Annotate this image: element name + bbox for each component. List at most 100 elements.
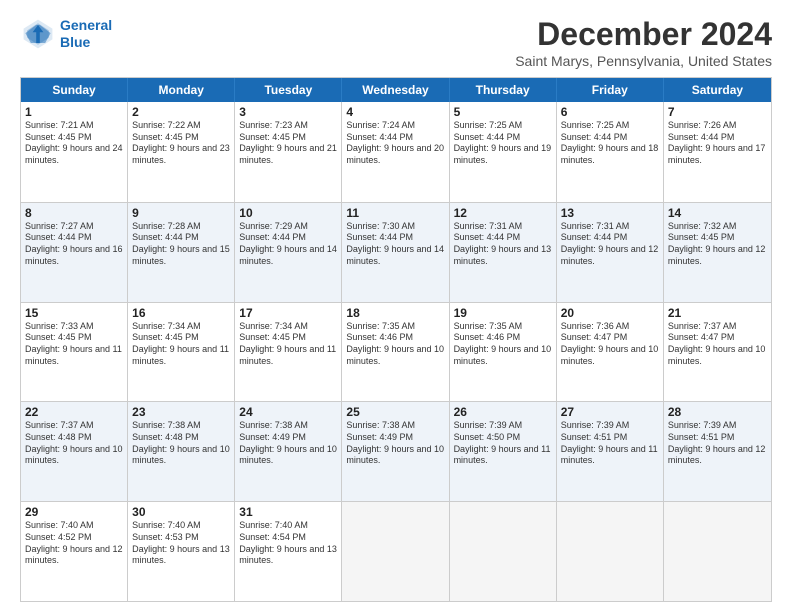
- day-number: 1: [25, 105, 123, 119]
- logo-text: General Blue: [60, 17, 112, 51]
- day-number: 3: [239, 105, 337, 119]
- day-cell-12: 12 Sunrise: 7:31 AMSunset: 4:44 PMDaylig…: [450, 203, 557, 302]
- day-number: 24: [239, 405, 337, 419]
- header-day-wednesday: Wednesday: [342, 78, 449, 102]
- day-number: 11: [346, 206, 444, 220]
- day-number: 13: [561, 206, 659, 220]
- day-number: 20: [561, 306, 659, 320]
- day-cell-2: 2 Sunrise: 7:22 AMSunset: 4:45 PMDayligh…: [128, 102, 235, 202]
- cell-info: Sunrise: 7:21 AMSunset: 4:45 PMDaylight:…: [25, 120, 123, 165]
- cell-info: Sunrise: 7:31 AMSunset: 4:44 PMDaylight:…: [561, 221, 659, 266]
- day-number: 28: [668, 405, 767, 419]
- day-cell-24: 24 Sunrise: 7:38 AMSunset: 4:49 PMDaylig…: [235, 402, 342, 501]
- cell-info: Sunrise: 7:38 AMSunset: 4:48 PMDaylight:…: [132, 420, 230, 465]
- day-number: 4: [346, 105, 444, 119]
- header-day-friday: Friday: [557, 78, 664, 102]
- day-number: 19: [454, 306, 552, 320]
- empty-cell-4-5: [557, 502, 664, 601]
- day-number: 26: [454, 405, 552, 419]
- day-number: 10: [239, 206, 337, 220]
- week-row-4: 22 Sunrise: 7:37 AMSunset: 4:48 PMDaylig…: [21, 401, 771, 501]
- day-cell-17: 17 Sunrise: 7:34 AMSunset: 4:45 PMDaylig…: [235, 303, 342, 402]
- logo-line1: General: [60, 17, 112, 33]
- cell-info: Sunrise: 7:38 AMSunset: 4:49 PMDaylight:…: [239, 420, 337, 465]
- day-cell-18: 18 Sunrise: 7:35 AMSunset: 4:46 PMDaylig…: [342, 303, 449, 402]
- logo-icon: [20, 16, 56, 52]
- cell-info: Sunrise: 7:37 AMSunset: 4:47 PMDaylight:…: [668, 321, 766, 366]
- cell-info: Sunrise: 7:35 AMSunset: 4:46 PMDaylight:…: [454, 321, 552, 366]
- cell-info: Sunrise: 7:28 AMSunset: 4:44 PMDaylight:…: [132, 221, 230, 266]
- week-row-1: 1 Sunrise: 7:21 AMSunset: 4:45 PMDayligh…: [21, 102, 771, 202]
- logo-line2: Blue: [60, 34, 90, 50]
- day-cell-1: 1 Sunrise: 7:21 AMSunset: 4:45 PMDayligh…: [21, 102, 128, 202]
- empty-cell-4-4: [450, 502, 557, 601]
- cell-info: Sunrise: 7:39 AMSunset: 4:51 PMDaylight:…: [561, 420, 658, 465]
- day-cell-21: 21 Sunrise: 7:37 AMSunset: 4:47 PMDaylig…: [664, 303, 771, 402]
- month-title: December 2024: [515, 16, 772, 53]
- cell-info: Sunrise: 7:39 AMSunset: 4:50 PMDaylight:…: [454, 420, 551, 465]
- header-day-saturday: Saturday: [664, 78, 771, 102]
- day-cell-29: 29 Sunrise: 7:40 AMSunset: 4:52 PMDaylig…: [21, 502, 128, 601]
- page: General Blue December 2024 Saint Marys, …: [0, 0, 792, 612]
- day-number: 22: [25, 405, 123, 419]
- day-cell-11: 11 Sunrise: 7:30 AMSunset: 4:44 PMDaylig…: [342, 203, 449, 302]
- day-number: 31: [239, 505, 337, 519]
- cell-info: Sunrise: 7:40 AMSunset: 4:53 PMDaylight:…: [132, 520, 230, 565]
- day-number: 6: [561, 105, 659, 119]
- day-number: 16: [132, 306, 230, 320]
- day-cell-3: 3 Sunrise: 7:23 AMSunset: 4:45 PMDayligh…: [235, 102, 342, 202]
- header-day-thursday: Thursday: [450, 78, 557, 102]
- day-number: 30: [132, 505, 230, 519]
- day-number: 29: [25, 505, 123, 519]
- day-cell-30: 30 Sunrise: 7:40 AMSunset: 4:53 PMDaylig…: [128, 502, 235, 601]
- header-day-sunday: Sunday: [21, 78, 128, 102]
- day-number: 7: [668, 105, 767, 119]
- day-number: 21: [668, 306, 767, 320]
- cell-info: Sunrise: 7:23 AMSunset: 4:45 PMDaylight:…: [239, 120, 337, 165]
- day-number: 25: [346, 405, 444, 419]
- cell-info: Sunrise: 7:34 AMSunset: 4:45 PMDaylight:…: [132, 321, 229, 366]
- cell-info: Sunrise: 7:40 AMSunset: 4:54 PMDaylight:…: [239, 520, 337, 565]
- calendar-header: SundayMondayTuesdayWednesdayThursdayFrid…: [21, 78, 771, 102]
- calendar: SundayMondayTuesdayWednesdayThursdayFrid…: [20, 77, 772, 602]
- day-cell-4: 4 Sunrise: 7:24 AMSunset: 4:44 PMDayligh…: [342, 102, 449, 202]
- day-number: 15: [25, 306, 123, 320]
- cell-info: Sunrise: 7:25 AMSunset: 4:44 PMDaylight:…: [454, 120, 552, 165]
- day-number: 23: [132, 405, 230, 419]
- day-cell-19: 19 Sunrise: 7:35 AMSunset: 4:46 PMDaylig…: [450, 303, 557, 402]
- day-cell-20: 20 Sunrise: 7:36 AMSunset: 4:47 PMDaylig…: [557, 303, 664, 402]
- title-block: December 2024 Saint Marys, Pennsylvania,…: [515, 16, 772, 69]
- cell-info: Sunrise: 7:25 AMSunset: 4:44 PMDaylight:…: [561, 120, 659, 165]
- day-cell-28: 28 Sunrise: 7:39 AMSunset: 4:51 PMDaylig…: [664, 402, 771, 501]
- day-number: 18: [346, 306, 444, 320]
- day-cell-16: 16 Sunrise: 7:34 AMSunset: 4:45 PMDaylig…: [128, 303, 235, 402]
- week-row-2: 8 Sunrise: 7:27 AMSunset: 4:44 PMDayligh…: [21, 202, 771, 302]
- day-cell-6: 6 Sunrise: 7:25 AMSunset: 4:44 PMDayligh…: [557, 102, 664, 202]
- header-day-tuesday: Tuesday: [235, 78, 342, 102]
- cell-info: Sunrise: 7:22 AMSunset: 4:45 PMDaylight:…: [132, 120, 230, 165]
- cell-info: Sunrise: 7:31 AMSunset: 4:44 PMDaylight:…: [454, 221, 552, 266]
- day-number: 9: [132, 206, 230, 220]
- day-number: 5: [454, 105, 552, 119]
- cell-info: Sunrise: 7:29 AMSunset: 4:44 PMDaylight:…: [239, 221, 337, 266]
- day-cell-13: 13 Sunrise: 7:31 AMSunset: 4:44 PMDaylig…: [557, 203, 664, 302]
- day-cell-31: 31 Sunrise: 7:40 AMSunset: 4:54 PMDaylig…: [235, 502, 342, 601]
- day-cell-8: 8 Sunrise: 7:27 AMSunset: 4:44 PMDayligh…: [21, 203, 128, 302]
- day-cell-27: 27 Sunrise: 7:39 AMSunset: 4:51 PMDaylig…: [557, 402, 664, 501]
- cell-info: Sunrise: 7:40 AMSunset: 4:52 PMDaylight:…: [25, 520, 123, 565]
- empty-cell-4-6: [664, 502, 771, 601]
- cell-info: Sunrise: 7:36 AMSunset: 4:47 PMDaylight:…: [561, 321, 659, 366]
- cell-info: Sunrise: 7:34 AMSunset: 4:45 PMDaylight:…: [239, 321, 336, 366]
- day-number: 17: [239, 306, 337, 320]
- day-cell-5: 5 Sunrise: 7:25 AMSunset: 4:44 PMDayligh…: [450, 102, 557, 202]
- day-cell-9: 9 Sunrise: 7:28 AMSunset: 4:44 PMDayligh…: [128, 203, 235, 302]
- cell-info: Sunrise: 7:26 AMSunset: 4:44 PMDaylight:…: [668, 120, 766, 165]
- day-cell-7: 7 Sunrise: 7:26 AMSunset: 4:44 PMDayligh…: [664, 102, 771, 202]
- day-cell-10: 10 Sunrise: 7:29 AMSunset: 4:44 PMDaylig…: [235, 203, 342, 302]
- cell-info: Sunrise: 7:33 AMSunset: 4:45 PMDaylight:…: [25, 321, 122, 366]
- header: General Blue December 2024 Saint Marys, …: [20, 16, 772, 69]
- day-cell-26: 26 Sunrise: 7:39 AMSunset: 4:50 PMDaylig…: [450, 402, 557, 501]
- calendar-body: 1 Sunrise: 7:21 AMSunset: 4:45 PMDayligh…: [21, 102, 771, 601]
- week-row-3: 15 Sunrise: 7:33 AMSunset: 4:45 PMDaylig…: [21, 302, 771, 402]
- day-number: 12: [454, 206, 552, 220]
